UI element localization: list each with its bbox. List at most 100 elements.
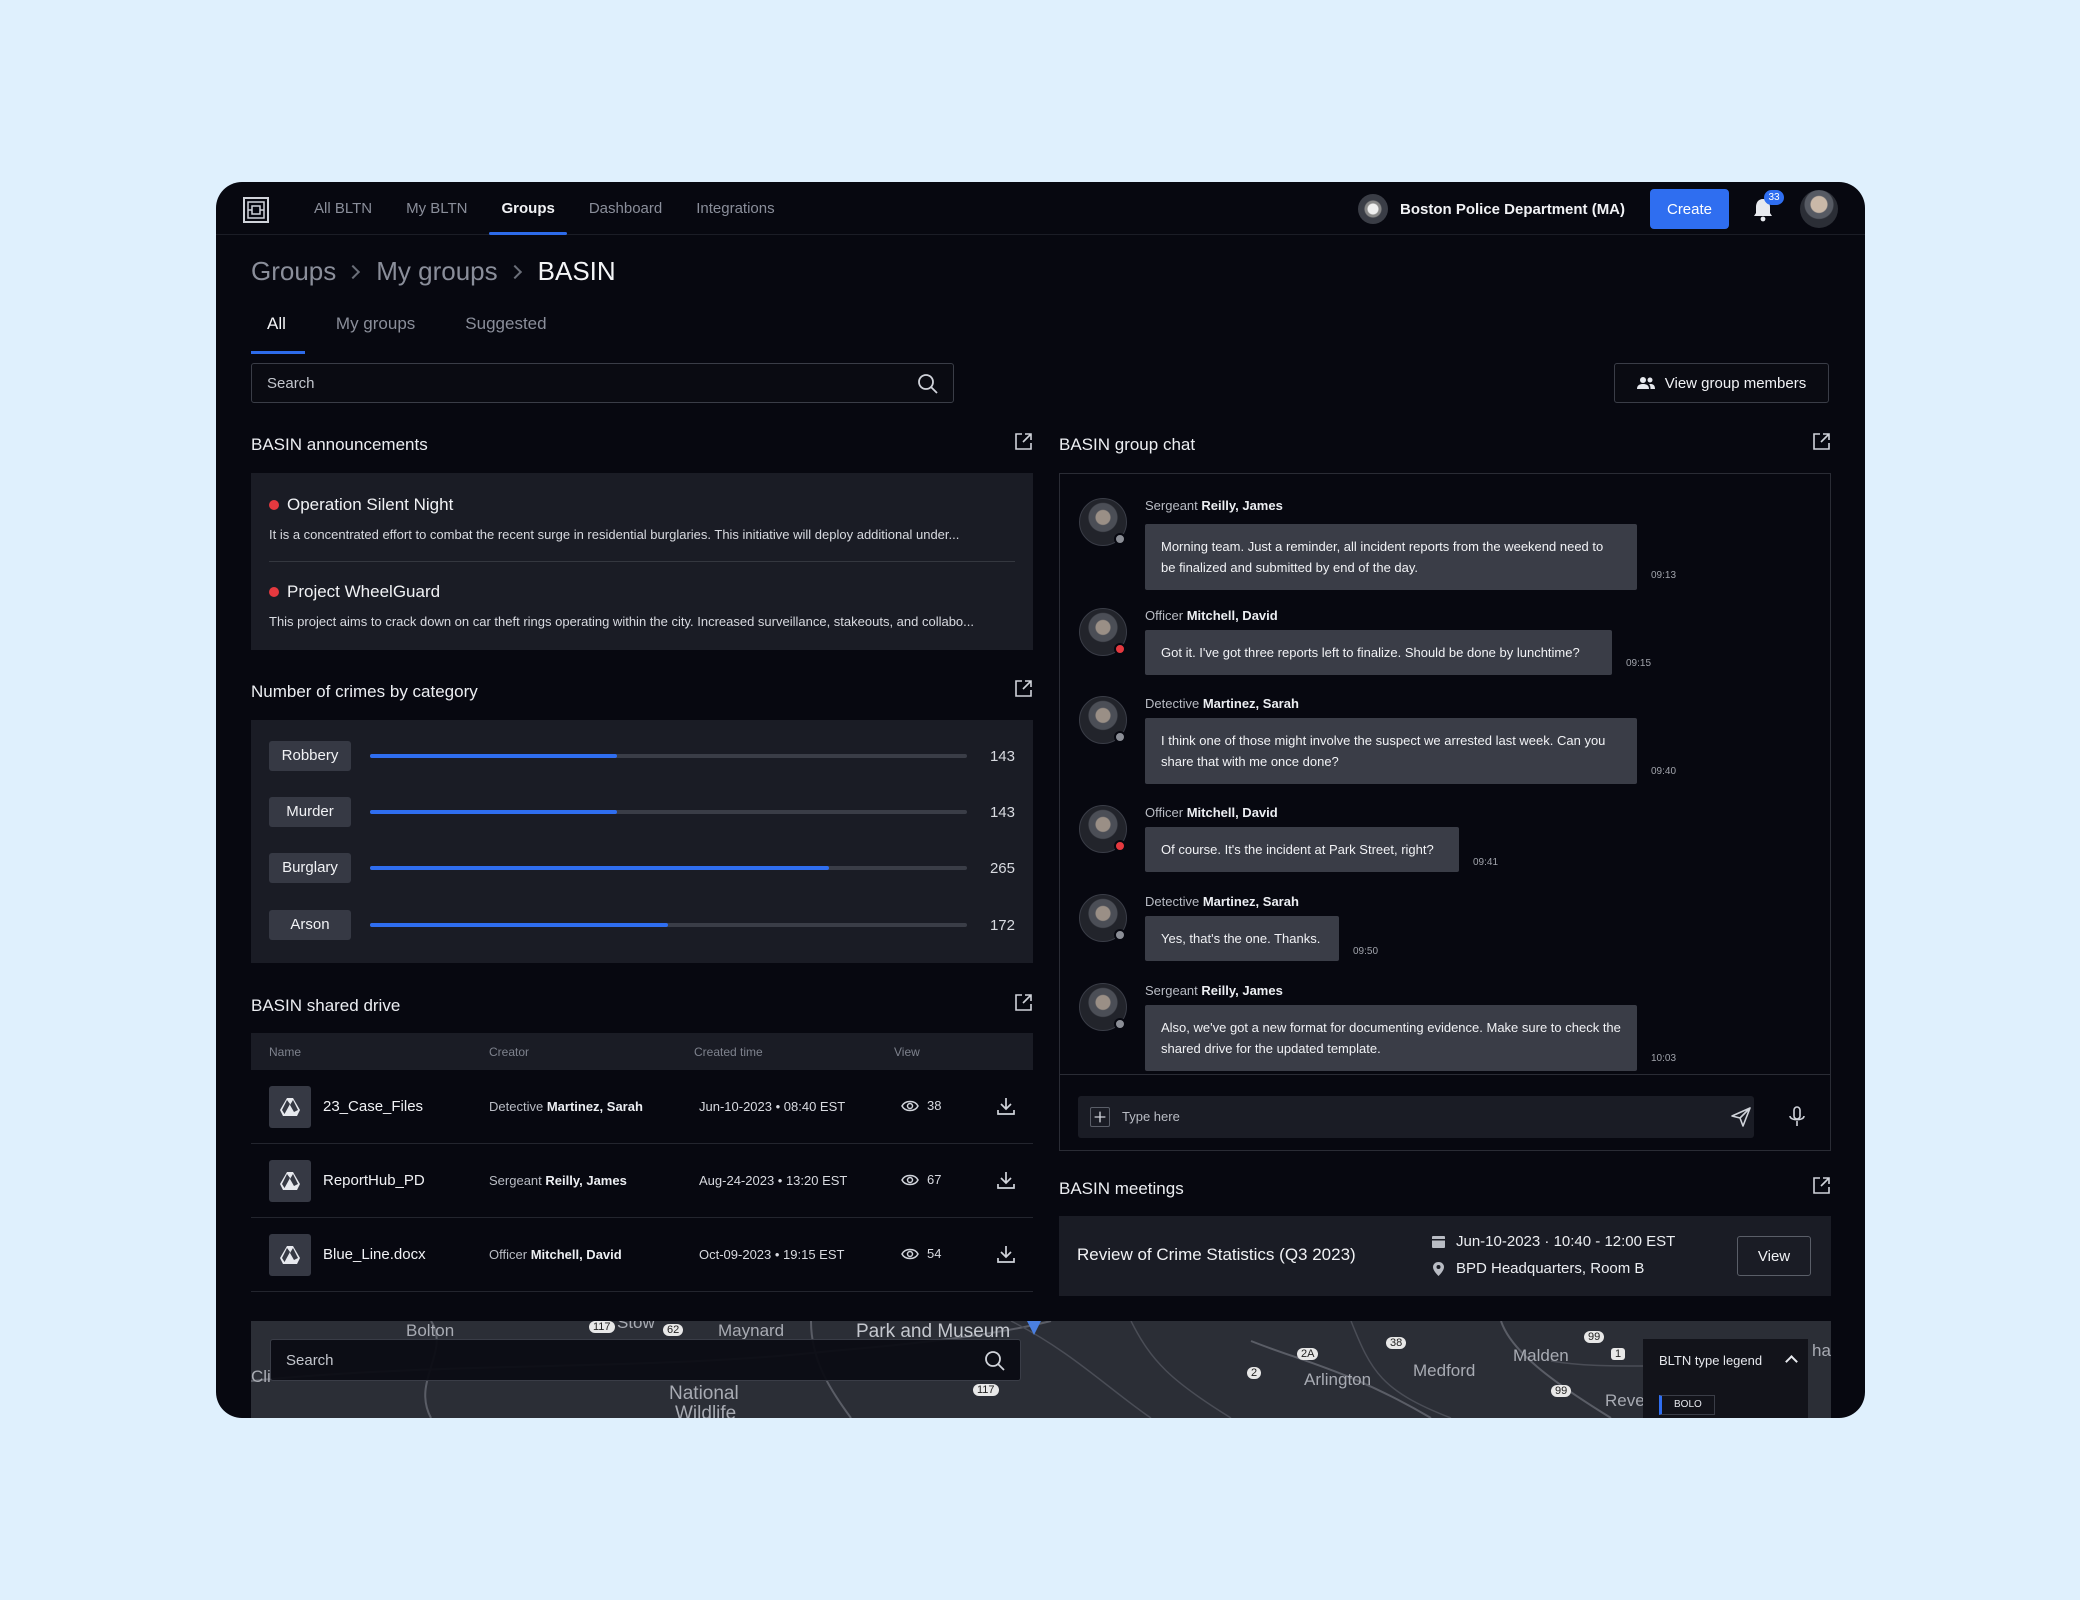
file-name[interactable]: ReportHub_PD bbox=[323, 1172, 425, 1189]
download-icon[interactable] bbox=[996, 1244, 1016, 1264]
breadcrumb-groups[interactable]: Groups bbox=[251, 256, 336, 287]
tab-all[interactable]: All bbox=[251, 314, 305, 354]
file-created-time: Jun-10-2023 • 08:40 EST bbox=[699, 1099, 846, 1114]
route-marker: 38 bbox=[1386, 1337, 1407, 1349]
message-bubble: Of course. It's the incident at Park Str… bbox=[1145, 827, 1459, 872]
chevron-up-icon[interactable] bbox=[1785, 1355, 1798, 1368]
external-link-icon[interactable] bbox=[1014, 993, 1033, 1012]
map-legend: BLTN type legend BOLO bbox=[1643, 1339, 1808, 1418]
download-icon[interactable] bbox=[996, 1096, 1016, 1116]
route-marker: 2A bbox=[1297, 1348, 1319, 1360]
map-view[interactable]: Bolton Stow Maynard Park and Museum Nati… bbox=[251, 1321, 1831, 1418]
nav-groups[interactable]: Groups bbox=[489, 182, 568, 235]
tab-my-groups[interactable]: My groups bbox=[320, 314, 415, 354]
add-attachment-icon[interactable] bbox=[1090, 1107, 1110, 1127]
announcement-body: This project aims to crack down on car t… bbox=[269, 614, 974, 629]
crime-value: 143 bbox=[989, 748, 1015, 765]
file-creator: Sergeant Reilly, James bbox=[489, 1173, 627, 1188]
route-marker: 62 bbox=[663, 1324, 684, 1336]
group-tabs: All My groups Suggested bbox=[251, 314, 581, 354]
shared-drive-title: BASIN shared drive bbox=[251, 996, 401, 1015]
announcement-title: Project WheelGuard bbox=[287, 582, 441, 601]
column-name[interactable]: Name bbox=[269, 1045, 301, 1059]
file-name[interactable]: Blue_Line.docx bbox=[323, 1246, 426, 1263]
users-icon bbox=[1636, 377, 1655, 389]
app-logo-icon[interactable] bbox=[242, 196, 270, 224]
alert-dot-icon bbox=[269, 587, 279, 597]
announcement-item[interactable]: Operation Silent Night It is a concentra… bbox=[269, 495, 1015, 542]
map-search-input[interactable]: Search bbox=[270, 1339, 1021, 1381]
map-place-label: Bolton bbox=[406, 1321, 455, 1340]
nav-my-bltn[interactable]: My BLTN bbox=[406, 182, 467, 235]
map-place-label: Arlington bbox=[1304, 1370, 1372, 1389]
download-icon[interactable] bbox=[996, 1170, 1016, 1190]
divider bbox=[269, 561, 1015, 562]
crime-category-label: Murder bbox=[269, 797, 351, 827]
chat-message-list[interactable]: Sergeant Reilly, James Morning team. Jus… bbox=[1060, 474, 1830, 1074]
map-place-label: Wildlife bbox=[675, 1403, 737, 1418]
nav-integrations[interactable]: Integrations bbox=[696, 182, 774, 235]
meeting-datetime: Jun-10-2023 · 10:40 - 12:00 EST bbox=[1431, 1233, 1675, 1250]
breadcrumb: Groups My groups BASIN bbox=[251, 256, 616, 287]
message-time: 10:03 bbox=[1651, 1053, 1677, 1064]
message-bubble: Yes, that's the one. Thanks. bbox=[1145, 916, 1339, 961]
external-link-icon[interactable] bbox=[1812, 1176, 1831, 1195]
crime-bar bbox=[370, 754, 618, 758]
table-row[interactable]: Blue_Line.docx Officer Mitchell, David O… bbox=[251, 1218, 1033, 1292]
external-link-icon[interactable] bbox=[1014, 432, 1033, 451]
crime-row: Robbery 143 bbox=[269, 741, 1015, 771]
crime-bar bbox=[370, 866, 829, 870]
column-view[interactable]: View bbox=[894, 1045, 920, 1059]
group-chat-panel: Sergeant Reilly, James Morning team. Jus… bbox=[1059, 473, 1831, 1151]
column-creator[interactable]: Creator bbox=[489, 1045, 529, 1059]
send-icon[interactable] bbox=[1730, 1106, 1752, 1128]
crimes-chart-title: Number of crimes by category bbox=[251, 682, 478, 701]
file-views: 38 bbox=[901, 1098, 941, 1113]
map-search-placeholder: Search bbox=[286, 1352, 334, 1369]
file-name[interactable]: 23_Case_Files bbox=[323, 1098, 423, 1115]
chat-message-input[interactable]: Type here bbox=[1078, 1096, 1754, 1138]
microphone-icon[interactable] bbox=[1787, 1106, 1807, 1128]
table-row[interactable]: 23_Case_Files Detective Martinez, Sarah … bbox=[251, 1070, 1033, 1144]
breadcrumb-my-groups[interactable]: My groups bbox=[376, 256, 497, 287]
tab-suggested[interactable]: Suggested bbox=[449, 314, 546, 354]
crime-bar bbox=[370, 923, 668, 927]
department-seal-icon bbox=[1358, 194, 1388, 224]
main-nav: All BLTN My BLTN Groups Dashboard Integr… bbox=[314, 182, 809, 235]
table-row[interactable]: ReportHub_PD Sergeant Reilly, James Aug-… bbox=[251, 1144, 1033, 1218]
status-indicator bbox=[1114, 643, 1126, 655]
message-author: Detective Martinez, Sarah bbox=[1145, 894, 1299, 909]
search-placeholder: Search bbox=[267, 375, 315, 392]
user-avatar[interactable] bbox=[1800, 190, 1838, 228]
group-chat-title: BASIN group chat bbox=[1059, 435, 1196, 454]
map-pin-icon[interactable] bbox=[1027, 1321, 1041, 1339]
eye-icon bbox=[901, 1248, 919, 1259]
view-group-members-button[interactable]: View group members bbox=[1614, 363, 1829, 403]
eye-icon bbox=[901, 1100, 919, 1111]
department-selector[interactable]: Boston Police Department (MA) bbox=[1358, 194, 1625, 224]
message-time: 09:40 bbox=[1651, 766, 1677, 777]
route-marker: 1 bbox=[1611, 1348, 1626, 1360]
nav-dashboard[interactable]: Dashboard bbox=[589, 182, 662, 235]
legend-title: BLTN type legend bbox=[1659, 1353, 1763, 1368]
search-icon[interactable] bbox=[984, 1350, 1006, 1372]
column-created-time[interactable]: Created time bbox=[694, 1045, 763, 1059]
announcement-item[interactable]: Project WheelGuard This project aims to … bbox=[269, 582, 1015, 629]
nav-all-bltn[interactable]: All BLTN bbox=[314, 182, 372, 235]
file-creator: Detective Martinez, Sarah bbox=[489, 1099, 643, 1114]
search-icon[interactable] bbox=[917, 373, 939, 395]
search-input[interactable]: Search bbox=[251, 363, 954, 403]
view-meeting-button[interactable]: View bbox=[1737, 1236, 1811, 1276]
announcement-body: It is a concentrated effort to combat th… bbox=[269, 527, 960, 542]
crime-bar-track bbox=[370, 754, 967, 758]
external-link-icon[interactable] bbox=[1812, 432, 1831, 451]
create-button[interactable]: Create bbox=[1650, 189, 1729, 229]
status-indicator bbox=[1114, 840, 1126, 852]
meeting-card: Review of Crime Statistics (Q3 2023) Jun… bbox=[1059, 1216, 1831, 1296]
map-place-label: Malden bbox=[1513, 1346, 1569, 1365]
legend-item-bolo[interactable]: BOLO bbox=[1659, 1395, 1715, 1415]
external-link-icon[interactable] bbox=[1014, 679, 1033, 698]
crime-bar-track bbox=[370, 810, 967, 814]
drive-file-icon bbox=[269, 1160, 311, 1202]
file-created-time: Oct-09-2023 • 19:15 EST bbox=[699, 1247, 845, 1262]
